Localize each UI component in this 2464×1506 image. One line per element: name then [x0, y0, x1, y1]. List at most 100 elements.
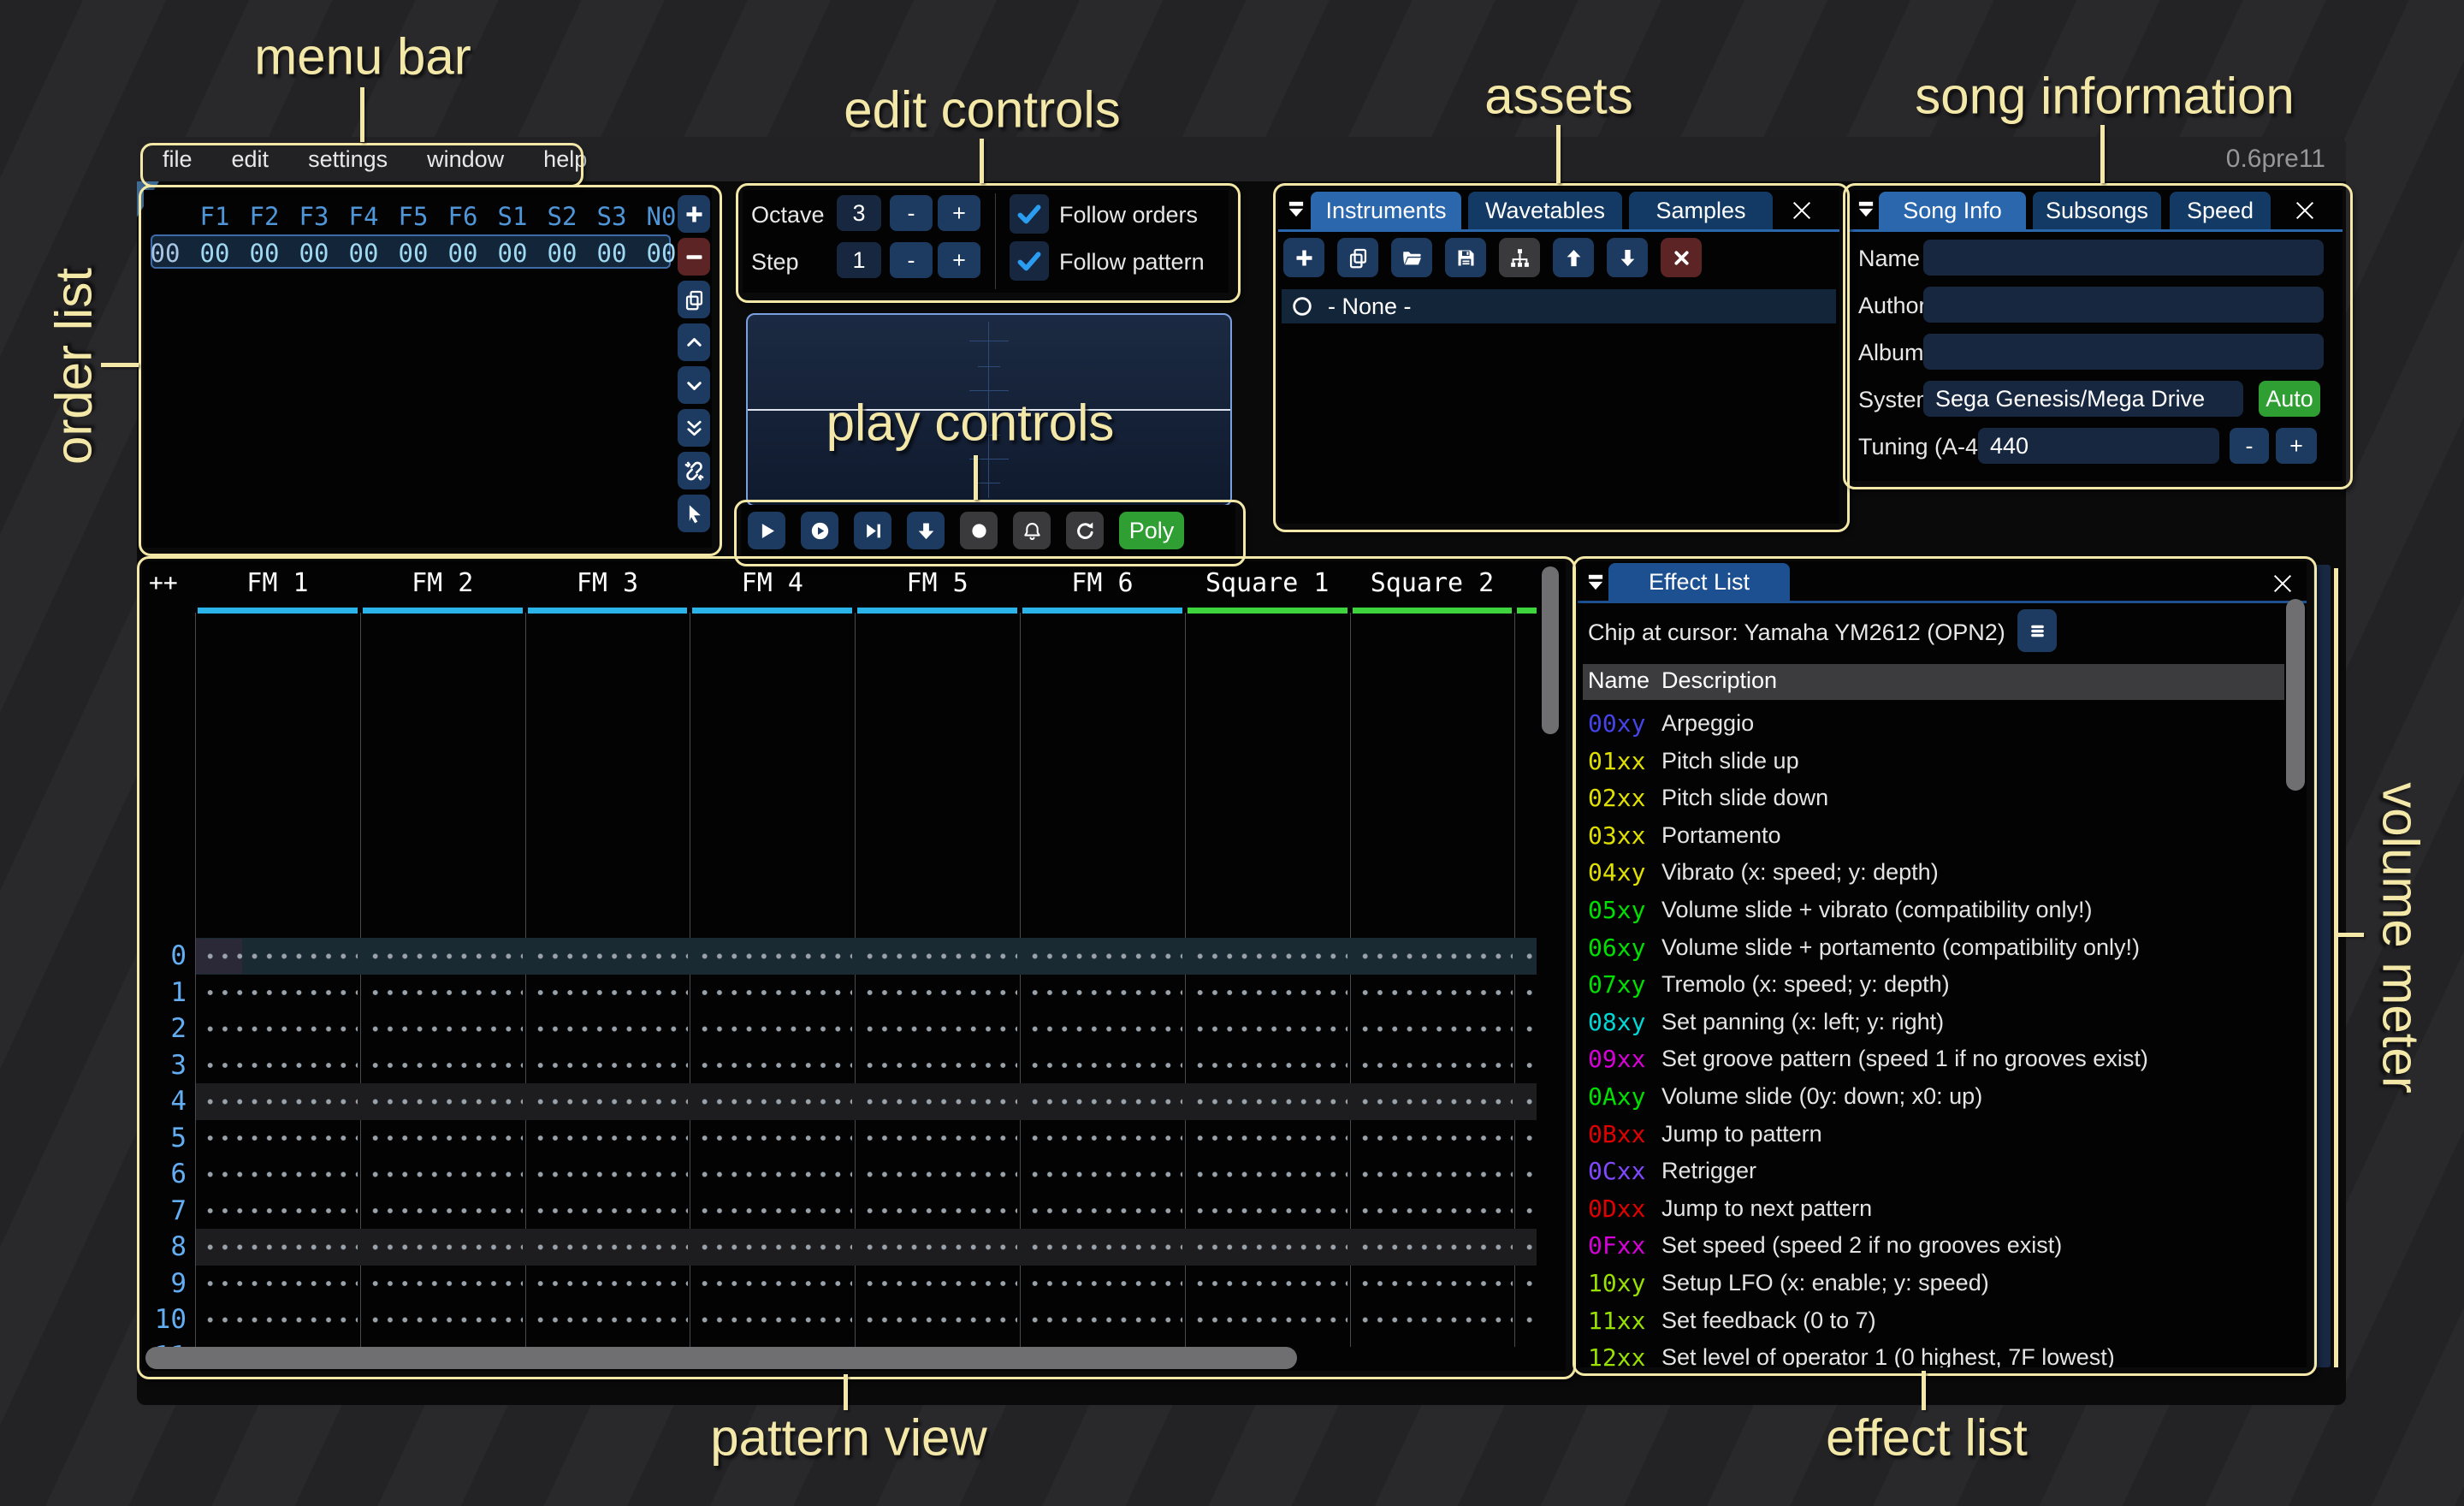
pattern-cell[interactable] [697, 1011, 852, 1047]
tab-instruments[interactable]: Instruments [1311, 192, 1461, 229]
pattern-cell[interactable] [1358, 1229, 1513, 1266]
pattern-cell[interactable] [1522, 938, 1537, 975]
pattern-vertical-scrollbar[interactable] [1542, 566, 1559, 734]
order-double-chevron-down-button[interactable] [678, 409, 710, 447]
pattern-cell[interactable] [533, 1266, 688, 1302]
pattern-cell[interactable] [1028, 1083, 1182, 1120]
pattern-cell[interactable] [533, 1047, 688, 1084]
metronome-bell-button[interactable] [1013, 512, 1051, 549]
pattern-cell[interactable] [1193, 1120, 1348, 1157]
tab-speed[interactable]: Speed [2170, 192, 2271, 229]
effect-list-row[interactable]: 09xxSet groove pattern (speed 1 if no gr… [1578, 1041, 2284, 1078]
list-item[interactable]: - None - [1282, 289, 1836, 323]
effect-list-row[interactable]: 10xySetup LFO (x: enable; y: speed) [1578, 1265, 2284, 1302]
assets-instrument-type-button[interactable] [1499, 238, 1540, 277]
effect-list-row[interactable]: 08xySet panning (x: left; y: right) [1578, 1004, 2284, 1041]
pattern-cell[interactable] [368, 1011, 523, 1047]
author-field[interactable] [1923, 287, 2324, 323]
collapse-window-icon[interactable] [1285, 199, 1307, 221]
pattern-cell[interactable] [203, 975, 358, 1011]
effect-list-row[interactable]: 11xxSet feedback (0 to 7) [1578, 1302, 2284, 1340]
pattern-cell[interactable] [203, 1120, 358, 1157]
order-duplicate-button[interactable] [678, 281, 710, 318]
pattern-cell[interactable] [697, 1047, 852, 1084]
pattern-cell[interactable] [368, 975, 523, 1011]
pattern-cell[interactable] [862, 1338, 1017, 1348]
pattern-cell[interactable] [862, 1156, 1017, 1193]
pattern-cell[interactable] [1358, 1193, 1513, 1230]
pattern-cell[interactable] [1028, 1120, 1182, 1157]
pattern-cell[interactable] [1193, 938, 1348, 975]
assets-save-button[interactable] [1445, 238, 1486, 277]
pattern-cell[interactable] [203, 1083, 358, 1120]
order-cell[interactable]: 00 [240, 239, 288, 268]
pattern-cell[interactable] [1522, 975, 1537, 1011]
menu-item-help[interactable]: help [543, 146, 587, 173]
effect-list-row[interactable]: 12xxSet level of operator 1 (0 highest, … [1578, 1339, 2284, 1367]
assets-move-up-button[interactable] [1553, 238, 1594, 277]
pattern-cell[interactable] [368, 1047, 523, 1084]
pattern-cell[interactable] [1358, 975, 1513, 1011]
decrease-button[interactable]: - [890, 195, 933, 231]
pattern-cell[interactable] [862, 1266, 1017, 1302]
pattern-cell[interactable] [368, 1156, 523, 1193]
assets-duplicate-button[interactable] [1337, 238, 1378, 277]
channel-header-fm-6[interactable]: FM 6 [1020, 568, 1185, 598]
order-cell[interactable]: 00 [191, 239, 239, 268]
tab-song-info[interactable]: Song Info [1879, 192, 2026, 229]
effect-list-row[interactable]: 0DxxJump to next pattern [1578, 1190, 2284, 1228]
channel-header-fm-3[interactable]: FM 3 [525, 568, 690, 598]
effect-list-row[interactable]: 0AxyVolume slide (0y: down; x0: up) [1578, 1078, 2284, 1116]
pattern-cell[interactable] [1028, 1193, 1182, 1230]
effect-list-row[interactable]: 02xxPitch slide down [1578, 780, 2284, 817]
pattern-cell[interactable] [1193, 1156, 1348, 1193]
play-button[interactable] [748, 512, 785, 549]
pattern-cell[interactable] [697, 1338, 852, 1348]
order-cell[interactable]: 00 [538, 239, 586, 268]
pattern-cell[interactable] [697, 1266, 852, 1302]
effect-list-row[interactable]: 06xyVolume slide + portamento (compatibi… [1578, 929, 2284, 967]
effect-list-row[interactable]: 01xxPitch slide up [1578, 743, 2284, 780]
menu-item-window[interactable]: window [427, 146, 504, 173]
pattern-cell[interactable] [203, 1266, 358, 1302]
pattern-cell[interactable] [1522, 1047, 1537, 1084]
pattern-cell[interactable] [1028, 1338, 1182, 1348]
pattern-cell[interactable] [203, 1156, 358, 1193]
effect-list-row[interactable]: 07xyTremolo (x: speed; y: depth) [1578, 966, 2284, 1004]
pattern-cell[interactable] [862, 1083, 1017, 1120]
collapse-window-icon[interactable] [1584, 572, 1607, 594]
increase-button[interactable]: + [938, 242, 980, 278]
pattern-cell[interactable] [697, 1083, 852, 1120]
pattern-cell[interactable] [1522, 1120, 1537, 1157]
pattern-cell[interactable] [862, 1193, 1017, 1230]
pattern-cell[interactable] [368, 938, 523, 975]
pattern-cell[interactable] [1193, 1338, 1348, 1348]
tab-subsongs[interactable]: Subsongs [2033, 192, 2161, 229]
pattern-cell[interactable] [533, 1083, 688, 1120]
pattern-cell[interactable] [368, 1338, 523, 1348]
order-cell[interactable]: 00 [588, 239, 636, 268]
pattern-cell[interactable] [1193, 1011, 1348, 1047]
decrease-button[interactable]: - [890, 242, 933, 278]
pattern-cell[interactable] [368, 1120, 523, 1157]
order-chevron-down-button[interactable] [678, 366, 710, 404]
collapse-window-icon[interactable] [1855, 199, 1877, 221]
pattern-cell[interactable] [1028, 1266, 1182, 1302]
pattern-cell[interactable] [1358, 1083, 1513, 1120]
pattern-cell[interactable] [1028, 1156, 1182, 1193]
menu-item-settings[interactable]: settings [308, 146, 388, 173]
effect-list-row[interactable]: 0BxxJump to pattern [1578, 1116, 2284, 1153]
channel-header-fm-1[interactable]: FM 1 [195, 568, 360, 598]
order-cell[interactable]: 00 [290, 239, 338, 268]
pattern-cell[interactable] [1193, 1047, 1348, 1084]
pattern-cell[interactable] [697, 1193, 852, 1230]
pattern-cell[interactable] [368, 1266, 523, 1302]
pattern-cell[interactable] [862, 1229, 1017, 1266]
pattern-cell[interactable] [203, 1193, 358, 1230]
pattern-cell[interactable] [1522, 1338, 1537, 1348]
value-box[interactable]: 3 [837, 195, 881, 231]
tuning-increase-button[interactable]: + [2276, 428, 2317, 464]
pattern-cell[interactable] [697, 1156, 852, 1193]
pattern-cell[interactable] [1522, 1301, 1537, 1338]
pattern-cell[interactable] [1193, 1083, 1348, 1120]
